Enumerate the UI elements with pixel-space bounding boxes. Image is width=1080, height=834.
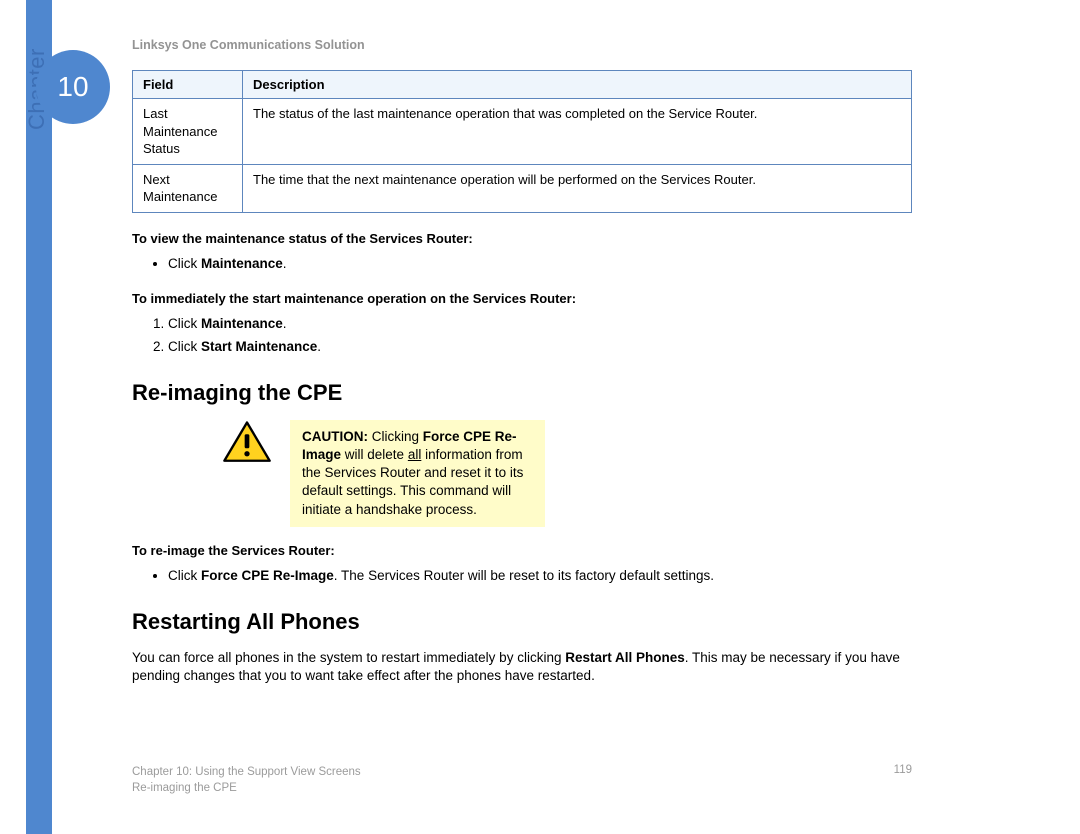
page-footer: Chapter 10: Using the Support View Scree…: [132, 764, 912, 796]
table-cell-field: Next Maintenance: [133, 164, 243, 212]
chapter-number: 10: [57, 71, 88, 103]
caution-box: CAUTION: Clicking Force CPE Re-Image wil…: [290, 420, 545, 527]
caution-block: CAUTION: Clicking Force CPE Re-Image wil…: [222, 420, 912, 527]
restart-paragraph: You can force all phones in the system t…: [132, 649, 912, 685]
section-heading-reimage: Re-imaging the CPE: [132, 380, 912, 406]
table-header-description: Description: [243, 71, 912, 99]
list-item: Click Start Maintenance.: [168, 337, 912, 360]
bullet-list: Click Maintenance.: [168, 254, 912, 277]
table-row: Next Maintenance The time that the next …: [133, 164, 912, 212]
footer-section-line: Re-imaging the CPE: [132, 780, 361, 796]
chapter-number-badge: 10: [36, 50, 110, 124]
footer-chapter-line: Chapter 10: Using the Support View Scree…: [132, 764, 361, 780]
list-item: Click Force CPE Re-Image. The Services R…: [168, 566, 912, 589]
warning-icon: [222, 420, 272, 464]
list-item: Click Maintenance.: [168, 254, 912, 277]
page-number: 119: [894, 764, 912, 796]
list-item: Click Maintenance.: [168, 314, 912, 337]
content-area: Linksys One Communications Solution Fiel…: [132, 38, 912, 695]
field-description-table: Field Description Last Maintenance Statu…: [132, 70, 912, 213]
numbered-list: Click Maintenance. Click Start Maintenan…: [168, 314, 912, 360]
table-cell-desc: The status of the last maintenance opera…: [243, 99, 912, 165]
instruction-lead-reimage: To re-image the Services Router:: [132, 543, 912, 558]
instruction-lead-view: To view the maintenance status of the Se…: [132, 231, 912, 246]
running-header: Linksys One Communications Solution: [132, 38, 912, 52]
table-cell-field: Last Maintenance Status: [133, 99, 243, 165]
table-row: Last Maintenance Status The status of th…: [133, 99, 912, 165]
bullet-list: Click Force CPE Re-Image. The Services R…: [168, 566, 912, 589]
section-heading-restart: Restarting All Phones: [132, 609, 912, 635]
instruction-lead-start: To immediately the start maintenance ope…: [132, 291, 912, 306]
table-header-field: Field: [133, 71, 243, 99]
footer-left: Chapter 10: Using the Support View Scree…: [132, 764, 361, 796]
table-cell-desc: The time that the next maintenance opera…: [243, 164, 912, 212]
page: Chapter 10 Linksys One Communications So…: [0, 0, 1080, 834]
